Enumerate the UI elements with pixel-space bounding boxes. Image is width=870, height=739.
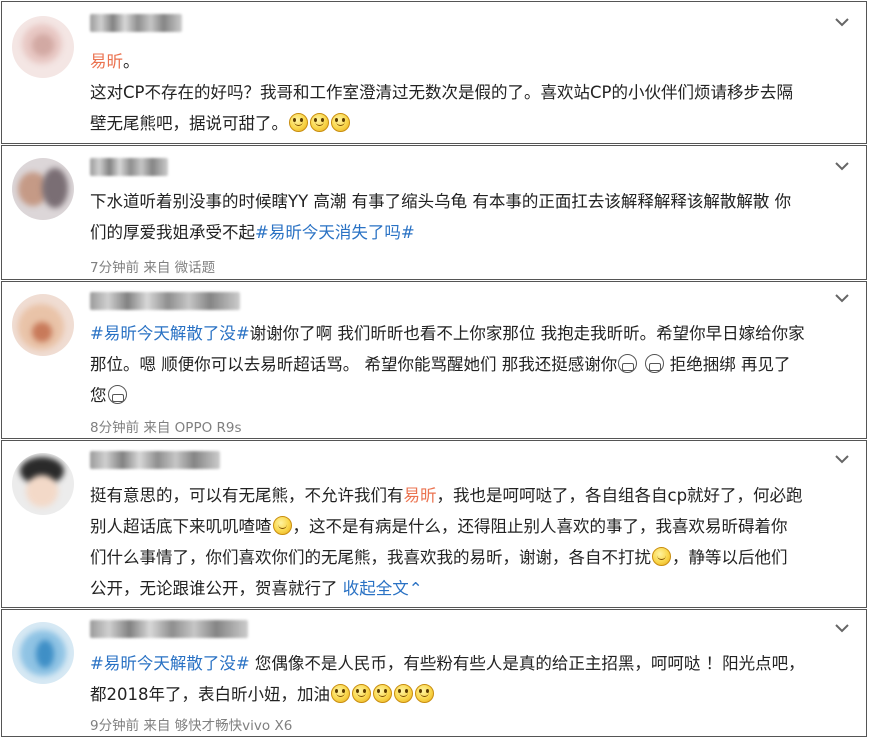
grin-emoji: [373, 684, 392, 703]
comment-card: 挺有意思的，可以有无尾熊，不允许我们有易昕，我也是呵呵哒了，各自组各自cp就好了…: [1, 440, 867, 608]
hashtag-link[interactable]: #易昕今天解散了没#: [90, 654, 250, 673]
comment-meta: 7分钟前 来自 微话题: [90, 260, 216, 276]
smile-emoji: [310, 113, 329, 132]
grin-emoji: [394, 684, 413, 703]
comment-text: 易昕。 这对CP不存在的好吗？我哥和工作室澄清过无数次是假的了。喜欢站CP的小伙…: [90, 52, 793, 133]
smile-emoji: [289, 113, 308, 132]
comment-card: 下水道听着别没事的时候瞎YY 高潮 有事了缩头乌龟 有本事的正面扛去该解释解释该…: [1, 145, 867, 280]
comment-text: #易昕今天解散了没#谢谢你了啊 我们昕昕也看不上你家那位 我抱走我昕昕。希望你早…: [90, 324, 805, 405]
avatar[interactable]: [12, 158, 74, 220]
comment-meta: 8分钟前 来自 OPPO R9s: [90, 420, 242, 436]
chevron-down-icon[interactable]: [834, 16, 850, 28]
chevron-down-icon[interactable]: [834, 453, 850, 465]
grin-emoji: [331, 684, 350, 703]
comment-meta: 9分钟前 来自 够快才畅快vivo X6: [90, 718, 293, 734]
comment-text: #易昕今天解散了没# 您偶像不是人民币，有些粉有些人是真的给正主招黑，呵呵哒 ！…: [90, 654, 805, 704]
comment-card: 易昕。 这对CP不存在的好吗？我哥和工作室澄清过无数次是假的了。喜欢站CP的小伙…: [1, 1, 867, 144]
grin-emoji: [352, 684, 371, 703]
username-blurred[interactable]: [90, 292, 240, 310]
username-blurred[interactable]: [90, 158, 168, 176]
fence-emoji: [644, 354, 664, 373]
chevron-down-icon[interactable]: [834, 292, 850, 304]
hashtag-link[interactable]: #易昕今天消失了吗#: [255, 223, 415, 242]
smile-emoji: [652, 547, 671, 566]
username-blurred[interactable]: [90, 620, 248, 638]
chevron-down-icon[interactable]: [834, 622, 850, 634]
comment-text: 下水道听着别没事的时候瞎YY 高潮 有事了缩头乌龟 有本事的正面扛去该解释解释该…: [90, 192, 792, 242]
avatar[interactable]: [12, 622, 74, 684]
comment-text: 挺有意思的，可以有无尾熊，不允许我们有易昕，我也是呵呵哒了，各自组各自cp就好了…: [90, 486, 803, 598]
grin-emoji: [415, 684, 434, 703]
avatar[interactable]: [12, 16, 74, 78]
comment-card: #易昕今天解散了没#谢谢你了啊 我们昕昕也看不上你家那位 我抱走我昕昕。希望你早…: [1, 281, 867, 439]
chevron-down-icon[interactable]: [834, 160, 850, 172]
smile-emoji: [272, 516, 292, 535]
mention-link[interactable]: 易昕: [90, 52, 123, 71]
collapse-link[interactable]: 收起全文⌃: [343, 579, 423, 598]
chevron-up-icon: ⌃: [408, 579, 423, 598]
fence-emoji: [107, 385, 127, 404]
hashtag-link[interactable]: #易昕今天解散了没#: [90, 324, 250, 343]
comment-feed: 易昕。 这对CP不存在的好吗？我哥和工作室澄清过无数次是假的了。喜欢站CP的小伙…: [0, 0, 870, 739]
avatar[interactable]: [12, 294, 74, 356]
mention-link[interactable]: 易昕: [404, 486, 437, 505]
comment-card: #易昕今天解散了没# 您偶像不是人民币，有些粉有些人是真的给正主招黑，呵呵哒 ！…: [1, 609, 867, 737]
smile-emoji: [331, 113, 350, 132]
fence-emoji: [618, 354, 638, 373]
username-blurred[interactable]: [90, 451, 220, 469]
username-blurred[interactable]: [90, 14, 182, 32]
avatar[interactable]: [12, 453, 74, 515]
